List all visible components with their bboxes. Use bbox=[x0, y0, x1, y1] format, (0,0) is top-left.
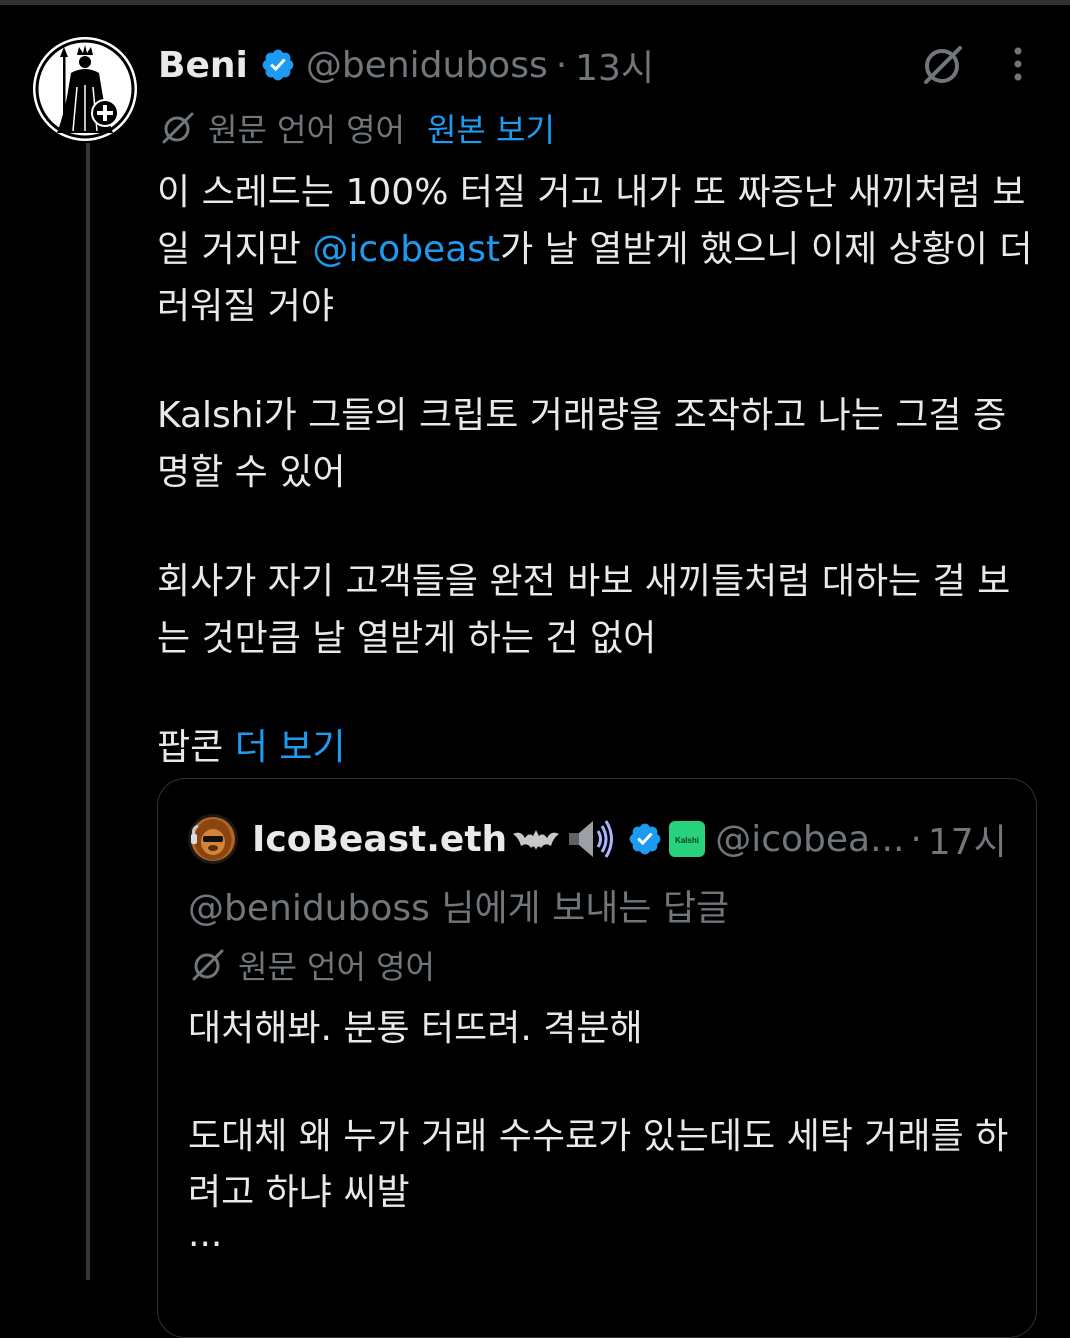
author-avatar[interactable] bbox=[33, 37, 137, 141]
thread-connector-line bbox=[86, 143, 90, 1280]
mention-link[interactable]: @icobeast bbox=[312, 229, 500, 270]
grok-icon[interactable] bbox=[918, 40, 968, 90]
quoted-header-separator: · bbox=[910, 818, 922, 860]
lion-avatar-icon bbox=[188, 814, 238, 864]
speaker-emoji-icon bbox=[565, 817, 615, 861]
author-handle[interactable]: @beniduboss bbox=[306, 45, 548, 86]
tweet-paragraph: 팝콘 더 보기 bbox=[157, 719, 1037, 776]
tweet-header: Beni @beniduboss · 13시 bbox=[158, 38, 654, 92]
quoted-tweet-ellipsis: ... bbox=[188, 1214, 223, 1255]
tweet-paragraph: 이 스레드는 100% 터질 거고 내가 또 짜증난 새끼처럼 보일 거지만 @… bbox=[157, 164, 1037, 335]
quoted-translation-label: 원문 언어 영어 bbox=[238, 948, 435, 986]
quoted-tweet-paragraph: 대처해봐. 분통 터뜨려. 격분해 bbox=[188, 1008, 643, 1049]
quoted-author-avatar[interactable] bbox=[188, 814, 238, 864]
tweet-paragraph: Kalshi가 그들의 크립토 거래량을 조작하고 나는 그걸 증명할 수 있어 bbox=[157, 395, 1007, 493]
quoted-tweet-card[interactable]: IcoBeast.eth Kalshi @icobea... · 17시 @be… bbox=[157, 778, 1037, 1338]
show-original-link[interactable]: 원본 보기 bbox=[427, 105, 555, 151]
quoted-author-handle[interactable]: @icobea... bbox=[715, 819, 904, 860]
translation-notice: 원문 언어 영어 원본 보기 bbox=[160, 106, 555, 150]
quoted-translation-notice: 원문 언어 영어 bbox=[190, 943, 435, 987]
bat-emoji-icon bbox=[511, 824, 561, 854]
tweet-timestamp[interactable]: 13시 bbox=[575, 39, 654, 91]
show-more-link[interactable]: 더 보기 bbox=[235, 727, 346, 768]
quoted-tweet-paragraph: 도대체 왜 누가 거래 수수료가 있는데도 세탁 거래를 하려고 하냐 씨발 bbox=[188, 1116, 1009, 1213]
translate-icon bbox=[190, 947, 226, 983]
tweet-body: 이 스레드는 100% 터질 거고 내가 또 짜증난 새끼처럼 보일 거지만 @… bbox=[157, 164, 1037, 776]
statue-avatar-icon bbox=[33, 37, 137, 141]
translation-label: 원문 언어 영어 bbox=[208, 111, 405, 149]
translate-icon bbox=[160, 110, 196, 146]
more-options-icon[interactable] bbox=[1000, 42, 1036, 88]
header-separator: · bbox=[555, 44, 568, 86]
reply-context: @beniduboss 님에게 보내는 답글 bbox=[188, 888, 730, 929]
tweet-text-segment: 팝콘 bbox=[157, 727, 235, 768]
quoted-tweet-header: IcoBeast.eth Kalshi @icobea... · 17시 bbox=[188, 814, 1007, 864]
top-divider bbox=[0, 0, 1070, 5]
verified-badge-icon[interactable] bbox=[260, 47, 296, 83]
svg-text:Kalshi: Kalshi bbox=[675, 836, 699, 845]
quoted-tweet-timestamp[interactable]: 17시 bbox=[928, 813, 1007, 865]
tweet-paragraph: 회사가 자기 고객들을 완전 바보 새끼들처럼 대하는 걸 보는 것만큼 날 열… bbox=[157, 561, 1011, 659]
quoted-tweet-body: 대처해봐. 분통 터뜨려. 격분해 도대체 왜 누가 거래 수수료가 있는데도 … bbox=[188, 1001, 1018, 1255]
quoted-verified-badge-icon[interactable] bbox=[627, 821, 663, 857]
author-name[interactable]: Beni bbox=[158, 45, 248, 86]
kalshi-affiliate-badge[interactable]: Kalshi bbox=[669, 821, 706, 857]
quoted-author-name[interactable]: IcoBeast.eth bbox=[252, 819, 507, 860]
